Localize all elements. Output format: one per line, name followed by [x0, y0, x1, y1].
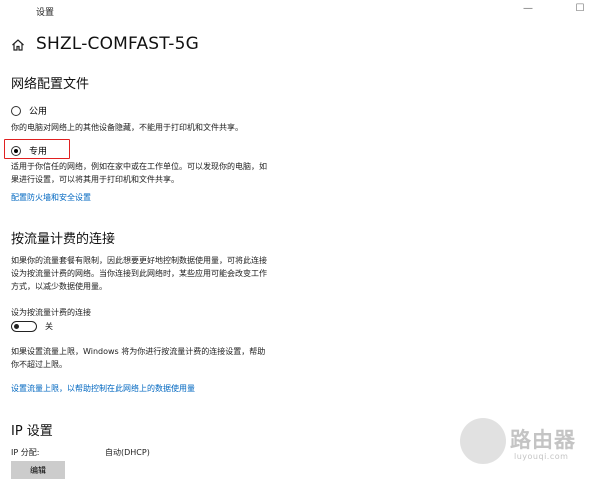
ip-assignment-label: IP 分配:	[11, 448, 40, 457]
home-icon[interactable]	[11, 38, 25, 52]
ip-assignment-value: 自动(DHCP)	[105, 448, 150, 457]
public-description: 你的电脑对网络上的其他设备隐藏，不能用于打印机和文件共享。	[11, 123, 243, 132]
metered-description-line-1: 如果你的流量套餐有限制，因此想要更好地控制数据使用量，可将此连接	[11, 256, 267, 265]
minimize-button[interactable]: —	[521, 3, 535, 14]
private-description-line-2: 果进行设置，可以将其用于打印机和文件共享。	[11, 175, 179, 184]
private-radio-circle[interactable]	[11, 145, 21, 156]
watermark-subtext: luyouqi.com	[514, 452, 569, 461]
toggle-knob	[14, 323, 19, 329]
firewall-settings-link[interactable]: 配置防火墙和安全设置	[11, 192, 91, 203]
metered-description-line-3: 方式，以减少数据使用量。	[11, 282, 107, 291]
ip-settings-heading: IP 设置	[11, 424, 53, 439]
public-radio-label: 公用	[29, 107, 48, 117]
data-limit-link[interactable]: 设置流量上限，以帮助控制在此网络上的数据使用量	[11, 383, 195, 394]
metered-heading: 按流量计费的连接	[11, 232, 116, 247]
metered-toggle-state: 关	[45, 322, 53, 331]
private-radio[interactable]: 专用	[11, 144, 47, 157]
metered-toggle[interactable]	[11, 321, 37, 332]
public-radio-circle[interactable]	[11, 105, 21, 116]
private-description-line-1: 适用于你信任的网络，例如在家中或在工作单位。可以发现你的电脑，如	[11, 162, 267, 171]
window-title: 设置	[36, 8, 55, 18]
maximize-button[interactable]: ☐	[573, 3, 587, 14]
private-radio-label: 专用	[29, 147, 48, 157]
ip-edit-button[interactable]: 编辑	[11, 461, 65, 479]
metered-description-line-2: 设为按流量计费的网络。当你连接到此网络时，某些应用可能会改变工作	[11, 269, 267, 278]
data-limit-description-line-1: 如果设置流量上限，Windows 将为你进行按流量计费的连接设置，帮助	[11, 347, 266, 356]
data-limit-description-line-2: 你不超过上限。	[11, 360, 67, 369]
public-radio[interactable]: 公用	[11, 104, 47, 117]
metered-toggle-label: 设为按流量计费的连接	[11, 308, 91, 317]
watermark-text: 路由器	[510, 428, 576, 452]
network-profile-heading: 网络配置文件	[11, 77, 90, 92]
watermark-logo-icon	[460, 418, 506, 464]
page-title: SHZL-COMFAST-5G	[36, 34, 200, 54]
